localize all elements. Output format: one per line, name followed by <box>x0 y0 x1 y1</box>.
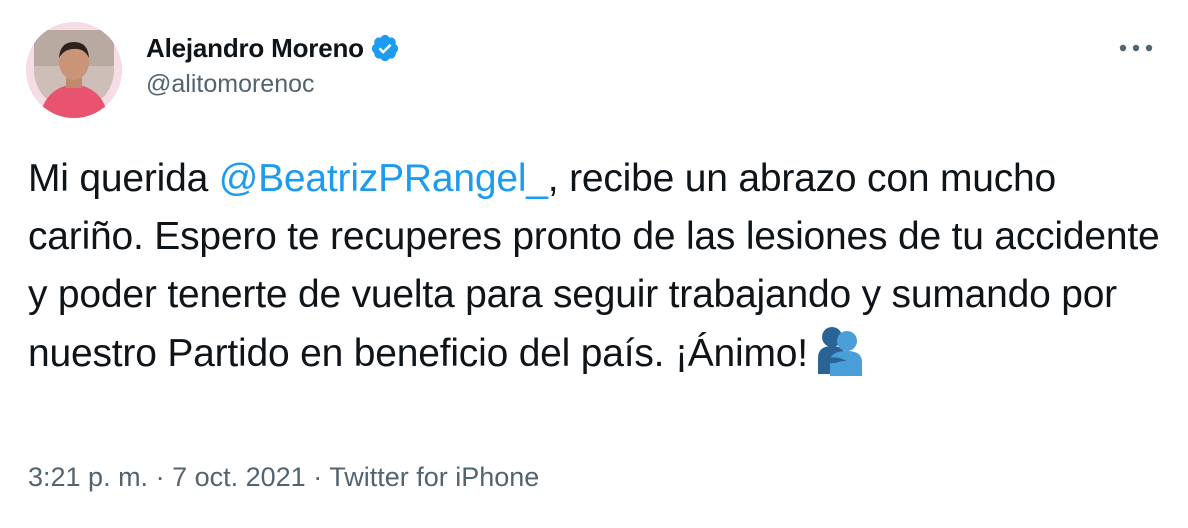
mention-link[interactable]: @BeatrizPRangel_ <box>219 157 548 200</box>
more-horizontal-icon <box>1119 44 1153 52</box>
tweet-card: Alejandro Moreno @alitomorenoc Mi querid… <box>0 0 1188 528</box>
tweet-date[interactable]: 7 oct. 2021 <box>172 462 306 492</box>
meta-separator: · <box>148 462 173 492</box>
handle[interactable]: @alitomorenoc <box>146 70 400 99</box>
name-row: Alejandro Moreno <box>146 30 400 66</box>
tweet-text: Mi querida @BeatrizPRangel_, recibe un a… <box>28 150 1168 383</box>
avatar[interactable] <box>26 22 122 118</box>
author-block: Alejandro Moreno @alitomorenoc <box>146 30 400 99</box>
tweet-time[interactable]: 3:21 p. m. <box>28 462 148 492</box>
avatar-photo <box>26 22 122 118</box>
verified-badge-icon <box>370 33 400 63</box>
tweet-text-start: Mi querida <box>28 157 219 200</box>
tweet-source[interactable]: Twitter for iPhone <box>329 462 539 492</box>
meta-separator: · <box>305 462 330 492</box>
tweet-meta: 3:21 p. m. · 7 oct. 2021 · Twitter for i… <box>28 462 539 493</box>
more-button[interactable] <box>1114 34 1158 62</box>
people-hugging-emoji-icon <box>814 324 864 376</box>
display-name[interactable]: Alejandro Moreno <box>146 33 364 64</box>
